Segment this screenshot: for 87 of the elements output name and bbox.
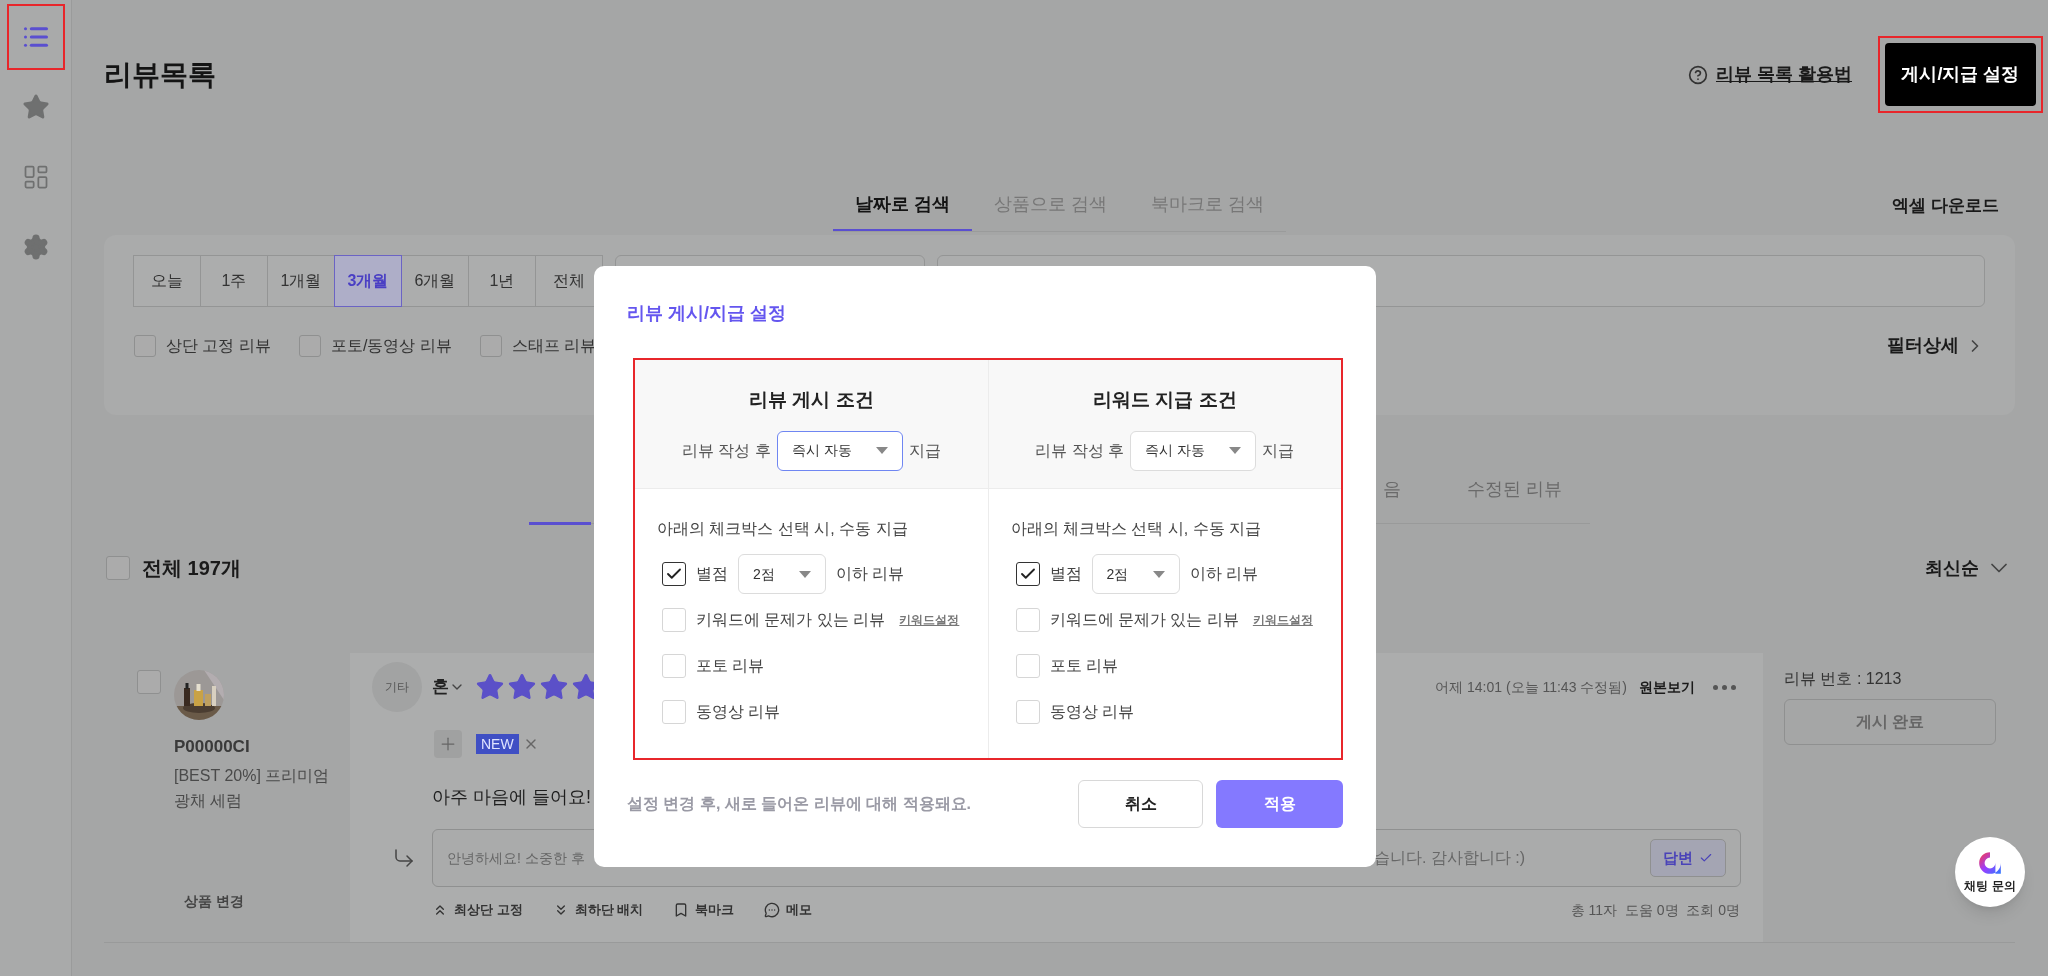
caret-icon [875, 447, 888, 454]
select-label: 지급 [908, 440, 941, 461]
star-icon [539, 672, 569, 702]
period-button[interactable]: 3개월 [334, 255, 402, 307]
filter-label: 스태프 리뷰 [511, 335, 597, 356]
dropdown[interactable]: 2점 [738, 554, 826, 594]
checkbox[interactable] [1015, 562, 1040, 586]
star-icon [475, 672, 505, 702]
review-stats: 총 11자 도움 0명 조회 0명 [1570, 900, 1740, 920]
option-label: 별점 [696, 564, 728, 584]
filter-label: 상단 고정 리뷰 [166, 335, 271, 356]
period-button[interactable]: 1년 [468, 255, 536, 307]
caret-icon [1152, 570, 1165, 578]
option-label: 키워드에 문제가 있는 리뷰 [696, 610, 886, 630]
add-tag-button[interactable] [434, 730, 462, 758]
option-label: 포토 리뷰 [1049, 656, 1118, 676]
option-label: 별점 [1049, 564, 1082, 584]
option-label: 키워드에 문제가 있는 리뷰 [1049, 610, 1239, 630]
review-time: 어제 14:01 (오늘 11:43 수정됨) [1435, 677, 1627, 697]
option-label: 동영상 리뷰 [1049, 702, 1134, 722]
reply-text: 습니다. 감사합니다 :) [1373, 848, 1525, 868]
search-tab[interactable]: 날짜로 검색 [832, 180, 972, 231]
hint-text: 아래의 체크박스 선택 시, 수동 지급 [657, 519, 909, 539]
product-name: [BEST 20%] 프리미엄 광채 세럼 [174, 765, 331, 811]
review-number: 리뷰 번호 : 1213 [1784, 669, 1903, 689]
page-title: 리뷰목록 [104, 57, 216, 92]
hint-text: 아래의 체크박스 선택 시, 수동 지급 [1010, 519, 1263, 539]
option-label: 이하 리뷰 [836, 564, 905, 584]
dropdown[interactable]: 2점 [1091, 554, 1180, 594]
option-label: 동영상 리뷰 [696, 702, 781, 722]
checkbox[interactable] [479, 334, 502, 357]
dialog-title: 리뷰 게시/지급 설정 [627, 302, 787, 325]
reply-text: 안녕하세요! 소중한 후 [447, 848, 585, 868]
review-action[interactable]: 북마크 [673, 900, 735, 920]
checkbox[interactable] [298, 334, 321, 357]
chat-button[interactable]: 채팅 문의 [1955, 837, 2025, 907]
caret-icon [799, 570, 811, 578]
keyword-settings-link[interactable]: 키워드설정 [899, 611, 960, 629]
dropdown[interactable]: 즉시 자동 [776, 430, 903, 471]
new-tag: NEW [476, 734, 519, 754]
column-title: 리워드 지급 조건 [1092, 388, 1237, 412]
author-dropdown[interactable]: 혼 [432, 674, 465, 700]
check-icon [1699, 851, 1713, 865]
reply-arrow-icon [392, 846, 416, 870]
select-label: 리뷰 작성 후 [1035, 440, 1125, 461]
checkbox[interactable] [662, 562, 686, 586]
sort-dropdown[interactable]: 최신순 [1925, 554, 2013, 582]
filter-detail-button[interactable]: 필터상세 [1887, 332, 1985, 359]
period-button[interactable]: 전체 [535, 255, 603, 307]
option-label: 이하 리뷰 [1189, 564, 1258, 584]
change-product-button[interactable]: 상품 변경 [184, 890, 244, 912]
checkbox[interactable] [137, 670, 161, 694]
period-button[interactable]: 오늘 [133, 255, 201, 307]
column-title: 리뷰 게시 조건 [748, 388, 874, 412]
filter-label: 포토/동영상 리뷰 [330, 335, 452, 356]
period-button[interactable]: 6개월 [401, 255, 469, 307]
checkbox[interactable] [134, 334, 156, 357]
reply-button[interactable]: 답변 [1650, 839, 1726, 877]
view-original-link[interactable]: 원본보기 [1639, 676, 1695, 698]
more-icon[interactable] [1713, 684, 1736, 690]
excel-download-link[interactable]: 엑셀 다운로드 [1892, 193, 1999, 219]
speech-bubble-icon [764, 902, 781, 918]
help-link[interactable]: 리뷰 목록 활용법 [1716, 61, 1852, 88]
apply-button[interactable]: 적용 [1216, 780, 1343, 828]
star-icon[interactable] [21, 93, 50, 121]
help-icon [1688, 64, 1708, 85]
review-action[interactable]: 최상단 고정 [432, 900, 523, 920]
dropdown[interactable]: 즉시 자동 [1130, 430, 1257, 471]
caret-icon [1229, 447, 1242, 454]
product-code: P00000CI [174, 736, 251, 758]
keyword-settings-link[interactable]: 키워드설정 [1252, 611, 1313, 629]
review-comment: 아주 마음에 들어요! [432, 786, 591, 809]
chat-logo-icon [1977, 849, 2003, 876]
settings-button[interactable]: 게시/지급 설정 [1885, 43, 2036, 106]
star-icon [507, 672, 537, 702]
select-label: 리뷰 작성 후 [681, 440, 771, 461]
select-label: 지급 [1262, 440, 1295, 461]
period-button[interactable]: 1주 [200, 255, 268, 307]
review-action[interactable]: 메모 [764, 900, 813, 920]
total-count: 전체 197개 [142, 556, 241, 581]
category-badge: 기타 [372, 662, 422, 712]
checkbox[interactable] [106, 556, 130, 580]
period-button[interactable]: 1개월 [267, 255, 335, 307]
review-action[interactable]: 최하단 배치 [552, 900, 644, 920]
cancel-button[interactable]: 취소 [1078, 780, 1203, 828]
dialog-note: 설정 변경 후, 새로 들어온 리뷰에 대해 적용돼요. [627, 794, 971, 814]
option-label: 포토 리뷰 [696, 656, 765, 676]
